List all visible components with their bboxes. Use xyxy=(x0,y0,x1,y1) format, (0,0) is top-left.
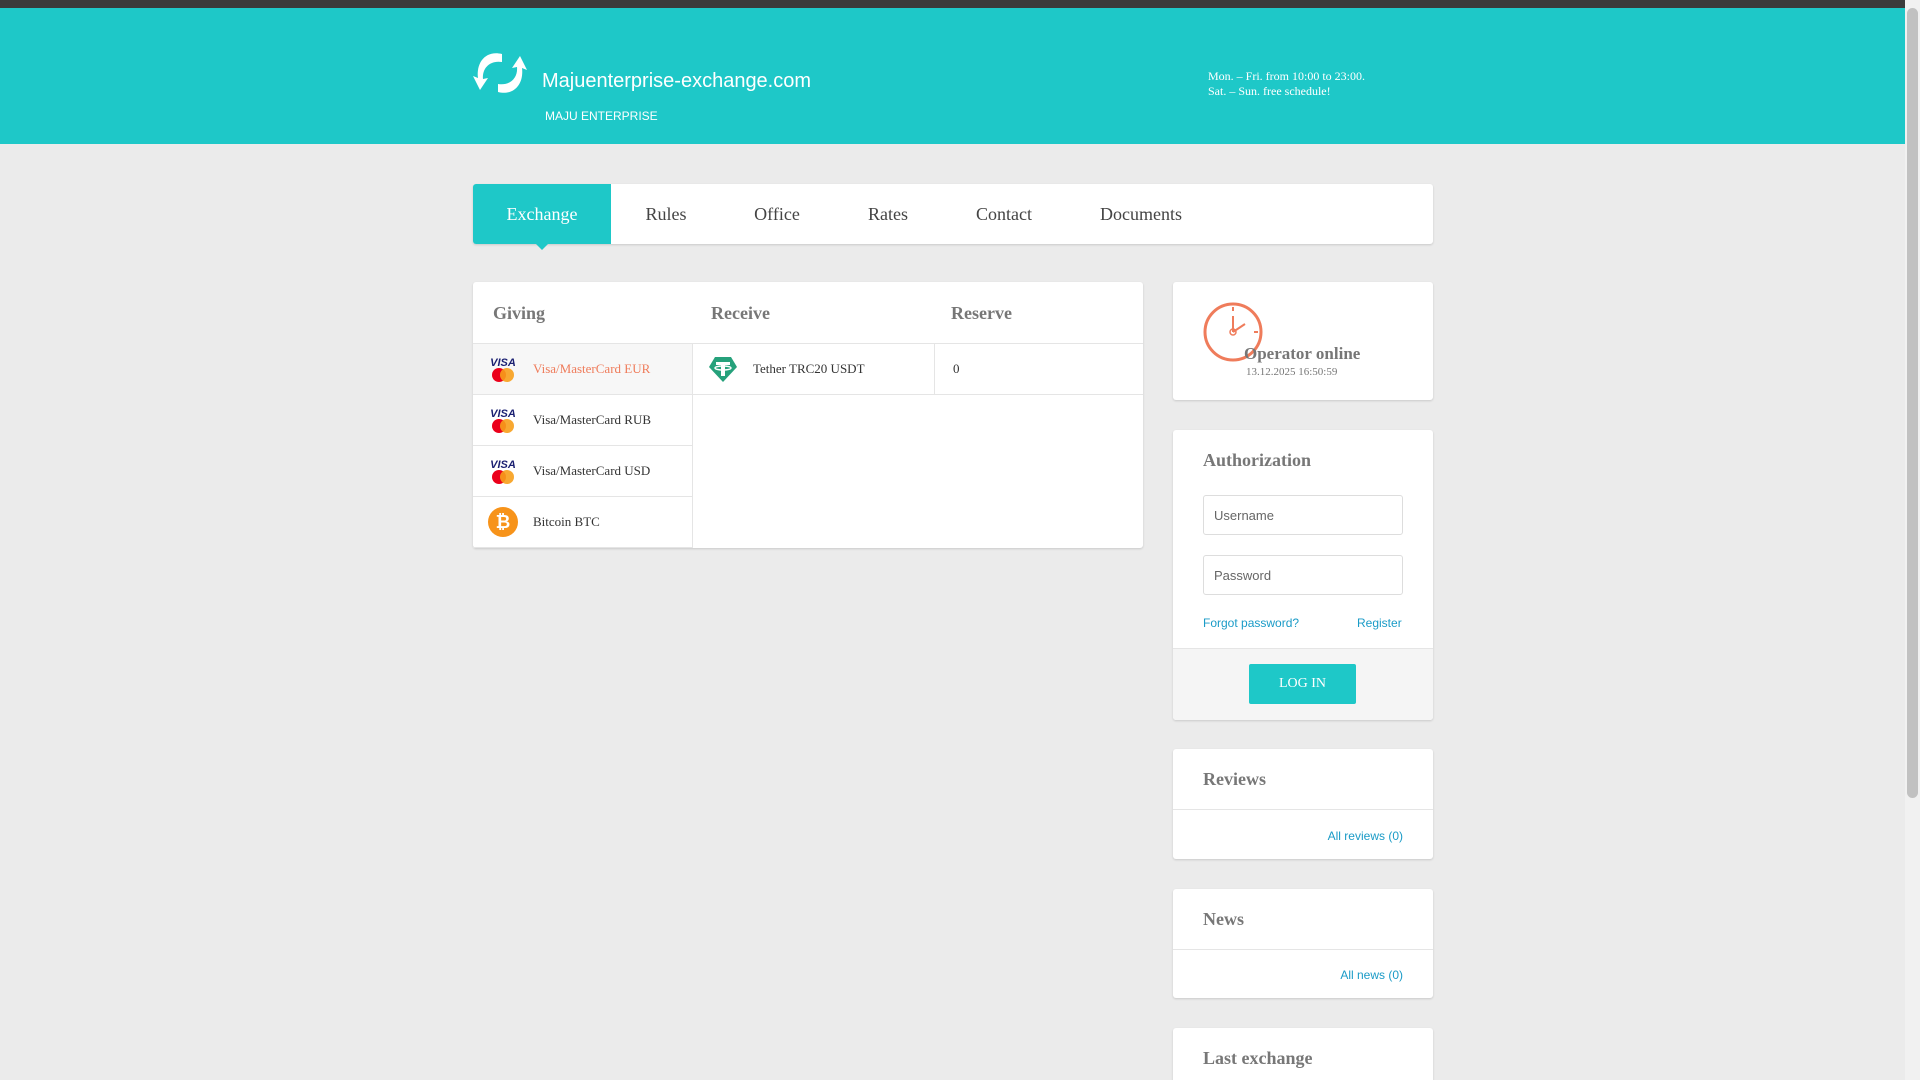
reviews-card: Reviews All reviews (0) xyxy=(1173,749,1433,859)
last-exchange-title: Last exchange xyxy=(1203,1048,1313,1068)
operator-status: Operator online xyxy=(1244,344,1361,363)
nav-contact[interactable]: Contact xyxy=(943,184,1065,244)
reserve-value: 0 xyxy=(953,361,960,376)
reviews-divider xyxy=(1173,809,1433,810)
all-reviews-link[interactable]: All reviews (0) xyxy=(1328,829,1403,843)
reserve-divider xyxy=(934,344,935,395)
giving-item-visa-mastercard-rub[interactable]: VISA Visa/MasterCard RUB xyxy=(473,395,692,446)
schedule-weekend: Sat. – Sun. free schedule! xyxy=(1208,84,1331,98)
username-input[interactable] xyxy=(1203,495,1403,535)
nav-exchange[interactable]: Exchange xyxy=(473,184,611,250)
page-scrollbar[interactable] xyxy=(1905,0,1920,1080)
svg-text:₿: ₿ xyxy=(496,512,511,532)
work-schedule: Mon. – Fri. from 10:00 to 23:00. Sat. – … xyxy=(1208,69,1365,99)
giving-item-visa-mastercard-usd[interactable]: VISA Visa/MasterCard USD xyxy=(473,446,692,497)
bitcoin-icon: ₿ xyxy=(488,507,518,537)
news-card: News All news (0) xyxy=(1173,889,1433,998)
exchange-arrows-icon[interactable] xyxy=(472,48,528,98)
forgot-password-link[interactable]: Forgot password? xyxy=(1203,616,1299,630)
news-divider xyxy=(1173,949,1433,950)
nav-rules[interactable]: Rules xyxy=(611,184,721,244)
nav-rates[interactable]: Rates xyxy=(833,184,943,244)
receive-item-tether-trc20-usdt[interactable]: Tether TRC20 USDT 0 xyxy=(693,344,1143,395)
authorization-title: Authorization xyxy=(1203,450,1311,470)
giving-list: VISA Visa/MasterCard EUR VISA Visa/Maste… xyxy=(473,344,693,548)
giving-header: Giving xyxy=(493,303,546,323)
giving-item-bitcoin-btc[interactable]: ₿ Bitcoin BTC xyxy=(473,497,692,548)
svg-text:VISA: VISA xyxy=(490,408,516,420)
scrollbar-thumb[interactable] xyxy=(1907,8,1918,798)
site-header: Majuenterprise-exchange.com MAJU ENTERPR… xyxy=(0,8,1905,144)
nav-office[interactable]: Office xyxy=(721,184,833,244)
main-nav: Exchange Rules Office Rates Contact Docu… xyxy=(473,184,1433,250)
site-name[interactable]: Majuenterprise-exchange.com xyxy=(542,70,811,93)
operator-datetime: 13.12.2025 16:50:59 xyxy=(1246,366,1338,378)
giving-item-label: Visa/MasterCard RUB xyxy=(533,412,652,427)
visa-mastercard-icon: VISA xyxy=(490,459,516,484)
giving-item-label: Visa/MasterCard USD xyxy=(533,463,651,478)
password-input[interactable] xyxy=(1203,555,1403,595)
register-link[interactable]: Register xyxy=(1357,616,1402,630)
giving-item-visa-mastercard-eur[interactable]: VISA Visa/MasterCard EUR xyxy=(473,344,692,395)
top-bar xyxy=(0,0,1905,8)
svg-text:VISA: VISA xyxy=(490,459,516,471)
login-button[interactable]: LOG IN xyxy=(1249,664,1356,704)
last-exchange-card: Last exchange xyxy=(1173,1028,1433,1080)
receive-header: Receive xyxy=(711,303,770,323)
visa-mastercard-icon: VISA xyxy=(490,408,516,433)
nav-documents[interactable]: Documents xyxy=(1065,184,1217,244)
all-news-link[interactable]: All news (0) xyxy=(1340,968,1403,982)
giving-item-label: Bitcoin BTC xyxy=(533,514,600,529)
tether-icon xyxy=(709,357,737,382)
visa-mastercard-icon: VISA xyxy=(490,357,516,382)
schedule-weekdays: Mon. – Fri. from 10:00 to 23:00. xyxy=(1208,69,1366,83)
receive-item-label: Tether TRC20 USDT xyxy=(753,361,865,376)
authorization-card: Authorization Forgot password? Register … xyxy=(1173,430,1433,720)
site-subtitle: MAJU ENTERPRISE xyxy=(545,109,658,123)
news-title: News xyxy=(1203,909,1244,929)
auth-footer: LOG IN xyxy=(1173,648,1433,720)
reviews-title: Reviews xyxy=(1203,769,1266,789)
svg-text:VISA: VISA xyxy=(490,357,516,369)
exchange-table: Giving Receive Reserve VISA Visa/MasterC… xyxy=(473,282,1143,548)
giving-item-label: Visa/MasterCard EUR xyxy=(533,361,651,376)
reserve-header: Reserve xyxy=(951,303,1012,323)
operator-status-card: Operator online 13.12.2025 16:50:59 xyxy=(1173,282,1433,400)
